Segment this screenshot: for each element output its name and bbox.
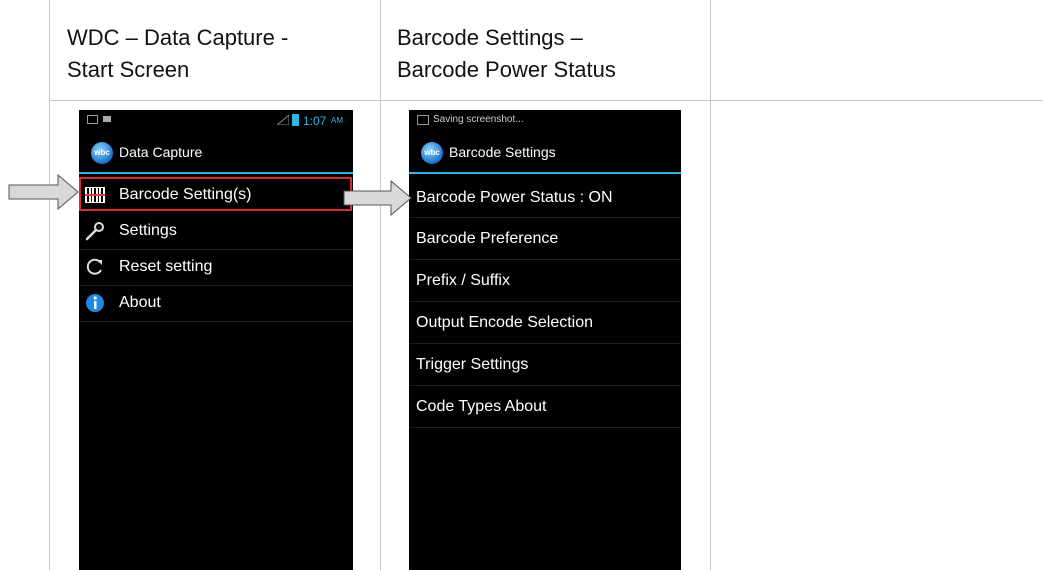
menu-item-barcode-power-status[interactable]: Barcode Power Status : ON xyxy=(409,178,681,218)
mail-notification-icon xyxy=(103,116,111,122)
menu-item-label: Settings xyxy=(119,222,177,239)
status-bar: 1:07 AM xyxy=(79,110,353,132)
menu-item-reset-setting[interactable]: Reset setting xyxy=(79,250,353,286)
menu-item-settings[interactable]: Settings xyxy=(79,214,353,250)
signal-icon xyxy=(277,115,289,125)
wrench-icon xyxy=(85,222,104,241)
menu-item-code-types-about[interactable]: Code Types About xyxy=(409,386,681,428)
image-notification-icon xyxy=(417,115,429,125)
action-bar-divider xyxy=(79,172,353,174)
menu-item-label: Trigger Settings xyxy=(416,356,529,373)
battery-icon xyxy=(292,114,299,126)
menu-item-barcode-preference[interactable]: Barcode Preference xyxy=(409,218,681,260)
phone-screen-barcode-settings: Saving screenshot... wbc Barcode Setting… xyxy=(409,110,681,570)
status-time: 1:07 xyxy=(303,114,327,128)
table-border-left xyxy=(49,0,50,570)
menu-item-about[interactable]: About xyxy=(79,286,353,322)
reset-icon xyxy=(86,258,102,275)
wdc-logo-icon: wbc xyxy=(91,142,113,164)
status-ampm: AM xyxy=(331,116,343,125)
action-bar: wbc Data Capture xyxy=(79,132,353,172)
menu-item-label: Prefix / Suffix xyxy=(416,272,510,289)
info-icon xyxy=(86,294,104,312)
wdc-logo-icon: wbc xyxy=(421,142,443,164)
menu-item-label: Barcode Power Status : ON xyxy=(416,189,613,206)
highlight-box xyxy=(79,177,352,211)
menu-item-label: Reset setting xyxy=(119,258,213,275)
menu-item-output-encode-selection[interactable]: Output Encode Selection xyxy=(409,302,681,344)
image-notification-icon xyxy=(87,115,98,124)
table-divider-1 xyxy=(380,0,381,570)
status-text: Saving screenshot... xyxy=(433,114,524,125)
menu-item-trigger-settings[interactable]: Trigger Settings xyxy=(409,344,681,386)
action-bar-divider xyxy=(409,172,681,174)
menu-item-label: Code Types About xyxy=(416,398,547,415)
pointer-arrow-2 xyxy=(343,180,412,216)
table-header-rule xyxy=(49,100,1043,101)
menu-item-prefix-suffix[interactable]: Prefix / Suffix xyxy=(409,260,681,302)
menu-item-label: Barcode Preference xyxy=(416,230,559,247)
column-header-2: Barcode Settings – Barcode Power Status xyxy=(397,25,616,82)
action-bar: wbc Barcode Settings xyxy=(409,132,681,172)
pointer-arrow-1 xyxy=(8,174,79,210)
table-divider-2 xyxy=(710,0,711,570)
menu-item-label: Output Encode Selection xyxy=(416,314,594,331)
menu-item-label: About xyxy=(119,294,161,311)
app-title: Data Capture xyxy=(119,144,203,160)
app-title: Barcode Settings xyxy=(449,144,556,160)
status-bar: Saving screenshot... xyxy=(409,110,681,132)
column-header-1: WDC – Data Capture - Start Screen xyxy=(67,25,289,82)
